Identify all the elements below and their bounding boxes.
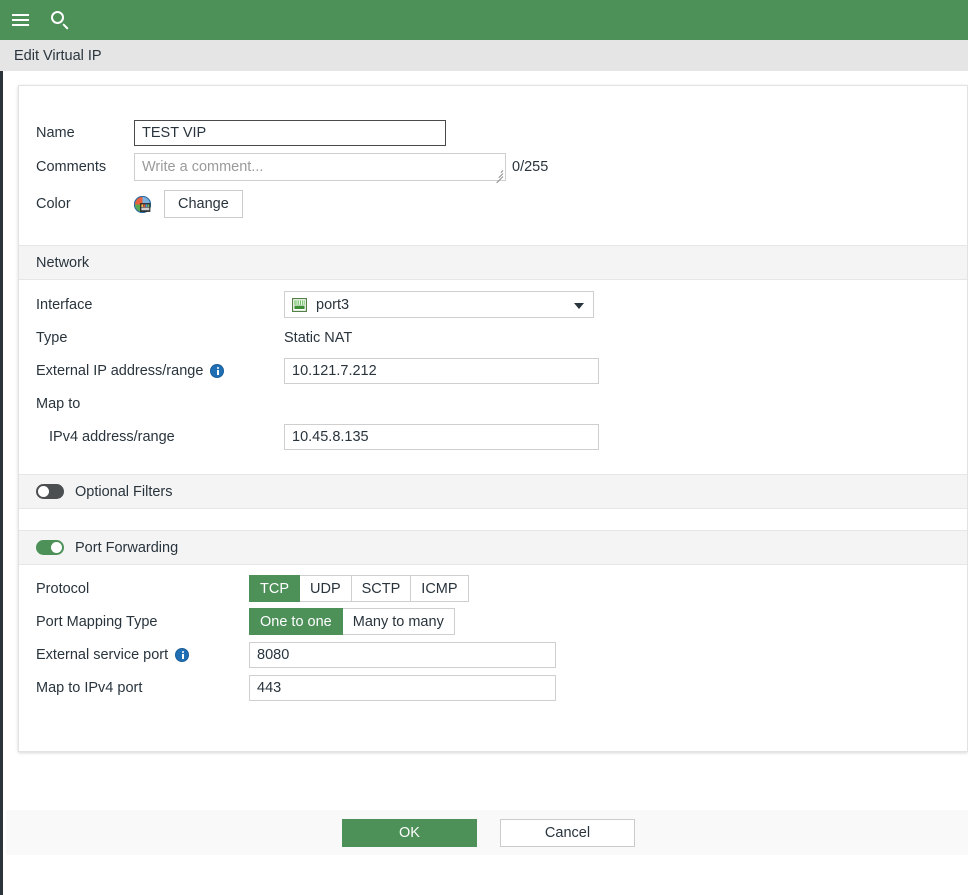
field-row-color: Color Change: [19, 184, 967, 224]
port-mapping-type-label: Port Mapping Type: [36, 614, 249, 630]
external-service-port-label: External service port: [36, 647, 249, 663]
ipv4-range-input[interactable]: [284, 424, 599, 450]
field-row-external-ip: External IP address/range: [19, 354, 967, 387]
name-input[interactable]: [134, 120, 446, 146]
color-label: Color: [36, 196, 134, 212]
external-ip-label: External IP address/range: [36, 363, 284, 379]
protocol-option-tcp[interactable]: TCP: [249, 575, 300, 602]
hamburger-menu-icon: [12, 14, 29, 27]
type-label: Type: [36, 330, 284, 346]
ok-button[interactable]: OK: [342, 819, 477, 847]
port-forwarding-fields-group: Protocol TCP UDP SCTP ICMP Port Mapping …: [19, 565, 967, 704]
field-row-name: Name: [19, 116, 967, 150]
cancel-button[interactable]: Cancel: [500, 819, 635, 847]
form-footer: OK Cancel: [6, 810, 968, 855]
field-row-protocol: Protocol TCP UDP SCTP ICMP: [19, 572, 967, 605]
section-title-network: Network: [36, 255, 89, 271]
search-button[interactable]: [40, 0, 80, 40]
protocol-button-group: TCP UDP SCTP ICMP: [249, 575, 469, 602]
field-row-external-service-port: External service port: [19, 638, 967, 671]
protocol-option-sctp[interactable]: SCTP: [352, 575, 412, 602]
edit-virtual-ip-form-card: Name Comments Write a comment... 0/255 C…: [18, 85, 968, 752]
ethernet-port-icon: [292, 298, 307, 312]
top-navigation-bar: [0, 0, 968, 40]
map-to-label: Map to: [36, 396, 284, 412]
breadcrumb-title-bar: Edit Virtual IP: [0, 40, 968, 71]
network-fields-group: Interface por: [19, 280, 967, 453]
color-palette-icon: [134, 196, 151, 213]
page-title: Edit Virtual IP: [14, 48, 102, 64]
port-mapping-option-one-to-one[interactable]: One to one: [249, 608, 343, 635]
info-icon[interactable]: [210, 364, 224, 378]
external-ip-label-text: External IP address/range: [36, 363, 203, 379]
resize-handle-icon[interactable]: [493, 168, 504, 179]
field-row-map-to-ipv4-port: Map to IPv4 port: [19, 671, 967, 704]
external-service-port-label-text: External service port: [36, 647, 168, 663]
field-row-port-mapping-type: Port Mapping Type One to one Many to man…: [19, 605, 967, 638]
section-header-network: Network: [18, 245, 968, 280]
name-label: Name: [36, 125, 134, 141]
comments-char-count: 0/255: [512, 159, 548, 175]
interface-value: port3: [316, 297, 349, 313]
comments-label: Comments: [36, 159, 134, 175]
hamburger-menu-button[interactable]: [0, 0, 40, 40]
interface-label: Interface: [36, 297, 284, 313]
field-row-interface: Interface por: [19, 288, 967, 321]
info-icon[interactable]: [175, 648, 189, 662]
port-forwarding-label: Port Forwarding: [75, 540, 178, 556]
page-body: Name Comments Write a comment... 0/255 C…: [0, 71, 968, 895]
search-icon: [51, 11, 69, 29]
field-row-ipv4-range: IPv4 address/range: [19, 420, 967, 453]
optional-filters-label: Optional Filters: [75, 484, 173, 500]
map-to-ipv4-port-input[interactable]: [249, 675, 556, 701]
comments-placeholder: Write a comment...: [135, 159, 263, 175]
ipv4-range-label: IPv4 address/range: [36, 429, 284, 445]
section-header-optional-filters[interactable]: Optional Filters: [18, 474, 968, 509]
external-service-port-input[interactable]: [249, 642, 556, 668]
protocol-option-icmp[interactable]: ICMP: [411, 575, 468, 602]
type-value: Static NAT: [284, 330, 352, 346]
protocol-label: Protocol: [36, 581, 249, 597]
protocol-option-udp[interactable]: UDP: [300, 575, 352, 602]
field-row-type: Type Static NAT: [19, 321, 967, 354]
field-row-comments: Comments Write a comment... 0/255: [19, 150, 967, 184]
map-to-ipv4-port-label: Map to IPv4 port: [36, 680, 249, 696]
port-mapping-type-button-group: One to one Many to many: [249, 608, 455, 635]
port-forwarding-toggle[interactable]: [36, 540, 64, 555]
section-header-port-forwarding[interactable]: Port Forwarding: [18, 530, 968, 565]
optional-filters-toggle[interactable]: [36, 484, 64, 499]
comments-textarea[interactable]: Write a comment...: [134, 153, 506, 181]
external-ip-input[interactable]: [284, 358, 599, 384]
chevron-down-icon: [574, 303, 584, 309]
field-row-map-to: Map to: [19, 387, 967, 420]
interface-select[interactable]: port3: [284, 291, 594, 318]
port-mapping-option-many-to-many[interactable]: Many to many: [343, 608, 455, 635]
change-color-button[interactable]: Change: [164, 190, 243, 218]
